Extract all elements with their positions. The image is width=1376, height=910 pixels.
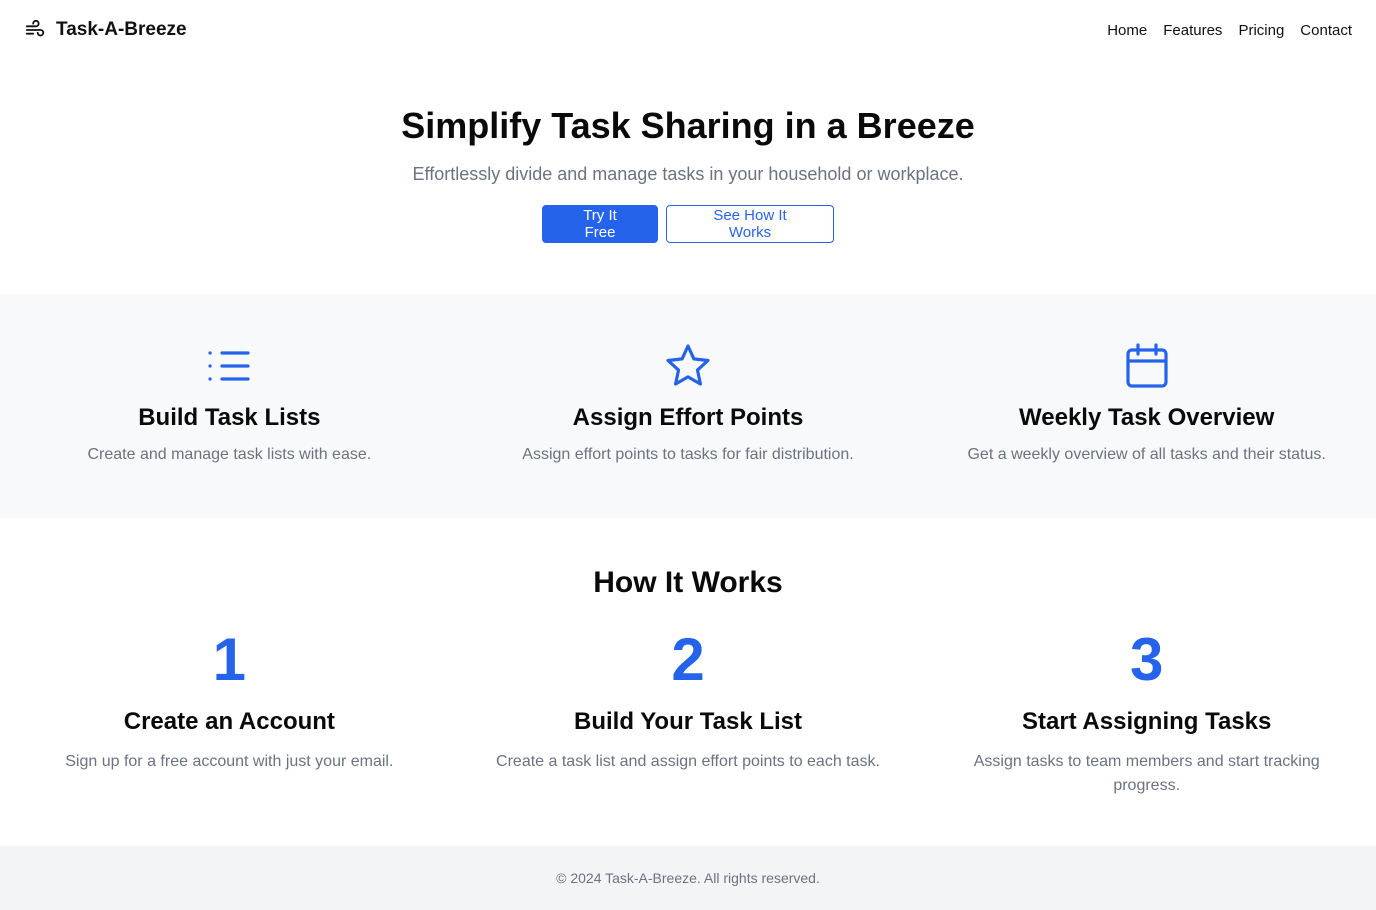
- hero-buttons: Try It Free See How It Works: [0, 204, 1376, 243]
- step-title: Build Your Task List: [573, 708, 803, 735]
- step-description: Create a task list and assign effort poi…: [496, 753, 880, 770]
- nav-link-pricing[interactable]: Pricing: [1238, 22, 1284, 39]
- step-card: 3 Start Assigning Tasks Assign tasks to …: [917, 630, 1376, 798]
- hero-section: Simplify Task Sharing in a Breeze Effort…: [0, 60, 1376, 294]
- brand-name: Task-A-Breeze: [56, 19, 187, 40]
- list-icon: [208, 351, 250, 381]
- feature-description: Get a weekly overview of all tasks and t…: [967, 446, 1326, 463]
- step-card: 2 Build Your Task List Create a task lis…: [459, 630, 918, 798]
- steps: 1 Create an Account Sign up for a free a…: [0, 630, 1376, 798]
- feature-card: Weekly Task Overview Get a weekly overvi…: [917, 294, 1376, 518]
- step-description: Assign tasks to team members and start t…: [973, 753, 1320, 794]
- feature-card: Build Task Lists Create and manage task …: [0, 294, 459, 518]
- feature-description: Assign effort points to tasks for fair d…: [522, 446, 854, 463]
- nav-link-features[interactable]: Features: [1163, 22, 1222, 39]
- nav-links: Home Features Pricing Contact: [1107, 22, 1352, 39]
- nav-link-contact[interactable]: Contact: [1300, 22, 1352, 39]
- hero-title: Simplify Task Sharing in a Breeze: [401, 105, 975, 146]
- how-it-works-title: How It Works: [593, 566, 783, 599]
- hero-subtitle: Effortlessly divide and manage tasks in …: [412, 163, 964, 184]
- feature-title: Weekly Task Overview: [1019, 404, 1275, 431]
- nav-link-home[interactable]: Home: [1107, 22, 1147, 39]
- step-number: 3: [1129, 626, 1164, 693]
- step-description: Sign up for a free account with just you…: [65, 753, 394, 770]
- step-number: 2: [671, 626, 705, 693]
- see-how-it-works-button[interactable]: See How It Works: [666, 204, 834, 243]
- how-it-works-section: How It Works 1 Create an Account Sign up…: [0, 518, 1376, 846]
- features-section: Build Task Lists Create and manage task …: [0, 294, 1376, 518]
- footer: © 2024 Task-A-Breeze. All rights reserve…: [0, 846, 1376, 910]
- copyright-text: © 2024 Task-A-Breeze. All rights reserve…: [556, 870, 820, 886]
- feature-title: Assign Effort Points: [572, 404, 804, 431]
- star-icon: [666, 344, 710, 386]
- feature-description: Create and manage task lists with ease.: [87, 446, 372, 463]
- step-title: Start Assigning Tasks: [1021, 708, 1272, 735]
- step-card: 1 Create an Account Sign up for a free a…: [0, 630, 459, 798]
- wind-icon: [25, 19, 45, 37]
- step-number: 1: [212, 626, 247, 693]
- feature-title: Build Task Lists: [138, 404, 321, 431]
- try-it-free-button[interactable]: Try It Free: [542, 204, 658, 243]
- brand[interactable]: Task-A-Breeze: [24, 19, 187, 41]
- calendar-icon: [1126, 343, 1168, 388]
- feature-card: Assign Effort Points Assign effort point…: [459, 294, 918, 518]
- navbar: Task-A-Breeze Home Features Pricing Cont…: [0, 0, 1376, 60]
- step-title: Create an Account: [123, 708, 335, 735]
